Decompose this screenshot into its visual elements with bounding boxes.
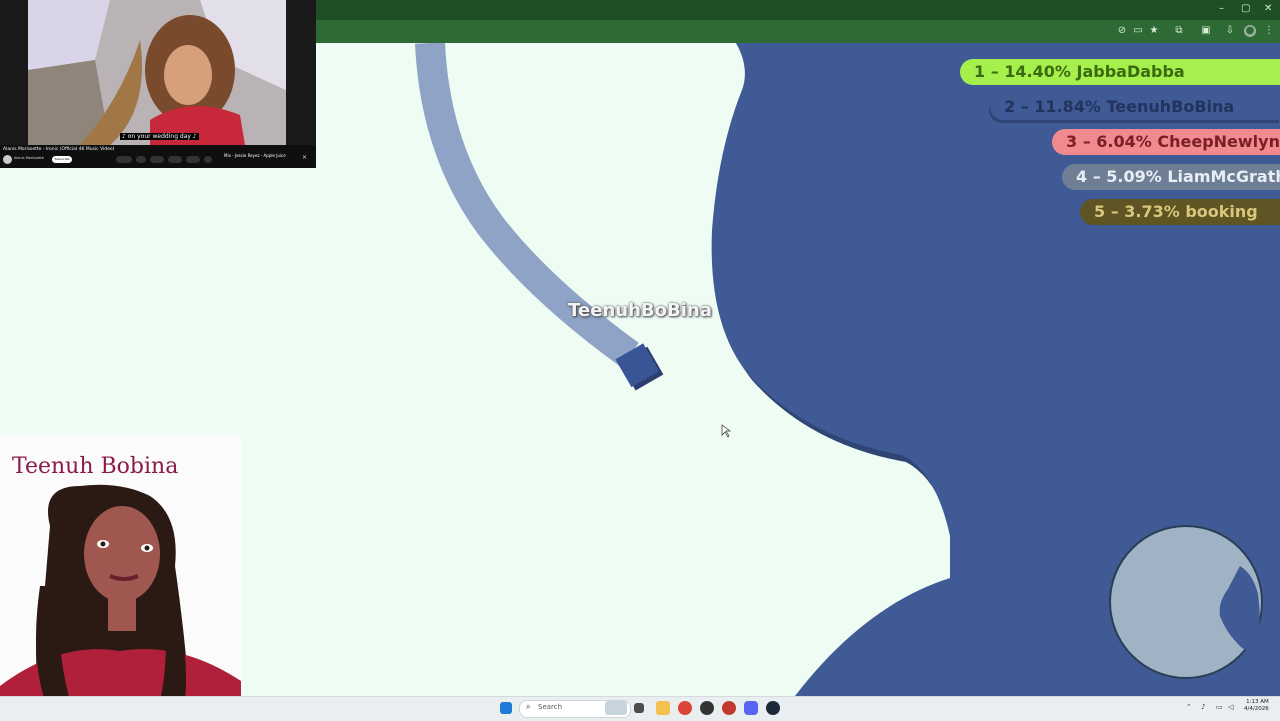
microphone-icon[interactable]: ♪ [1201,703,1205,711]
volume-icon[interactable]: ◁ [1228,703,1233,711]
profile-icon[interactable]: ● [1244,25,1256,37]
leaderboard-row-4: 4 – 5.09% LiamMcGrath [1062,164,1280,190]
discord-icon[interactable] [744,701,758,715]
search-icon: ⌕ [526,702,531,711]
streamer-name: Teenuh Bobina [12,454,179,479]
start-icon[interactable] [500,702,512,714]
dislike-button[interactable] [136,156,146,163]
cast-icon[interactable]: ▭ [1132,25,1144,37]
star-icon[interactable]: ★ [1148,25,1160,37]
like-button[interactable] [116,156,132,163]
minimap [1109,525,1263,679]
leaderboard-row-1: 1 – 14.40% JabbaDabba [960,59,1280,85]
tray-chevron-icon[interactable]: ⌃ [1186,703,1192,711]
app-icon[interactable] [700,701,714,715]
menu-icon[interactable]: ⋮ [1263,25,1275,37]
widget-icon[interactable] [605,701,627,715]
video-actions [116,156,216,163]
file-explorer-icon[interactable] [656,701,670,715]
more-button[interactable] [204,156,212,163]
video-frame[interactable] [0,0,316,145]
video-thumbnail [0,0,316,145]
mute-icon[interactable]: ⊘ [1116,25,1128,37]
taskbar-clock[interactable]: 1:13 AM 4/4/2026 [1244,699,1269,713]
video-title[interactable]: Alanis Morissette - Ironic (Official 4K … [3,147,114,152]
clip-button[interactable] [186,156,200,163]
leaderboard-row-5: 5 – 3.73% booking [1080,199,1280,225]
clock-time: 1:13 AM [1246,699,1269,705]
maximize-icon[interactable]: ▢ [1241,3,1250,15]
close-icon[interactable]: ✕ [1264,3,1272,15]
app2-icon[interactable] [722,701,736,715]
up-next-title[interactable]: Mix - Jessie Reyez - Apple Juice [224,153,286,158]
steam-icon[interactable] [766,701,780,715]
video-overlay[interactable]: ♪ on your wedding day ♪ Alanis Morissett… [0,0,316,168]
task-view-icon[interactable] [634,703,644,713]
leaderboard-row-3: 3 – 6.04% CheepNewlyn [1052,129,1280,155]
media-icon[interactable]: ▣ [1200,25,1212,37]
share-button[interactable] [150,156,164,163]
download-icon[interactable]: ⇩ [1224,25,1236,37]
clock-date: 4/4/2026 [1244,706,1269,712]
search-label: Search [538,703,563,711]
chrome-icon[interactable] [678,701,692,715]
minimize-icon[interactable]: – [1219,3,1224,15]
close-video-icon[interactable]: ✕ [302,154,307,161]
save-button[interactable] [168,156,182,163]
network-icon[interactable]: ▭ [1216,703,1223,711]
video-channel[interactable]: Alanis Morissette [14,156,44,160]
subscribe-button[interactable]: Subscribe [52,156,72,163]
leaderboard-row-2: 2 – 11.84% TeenuhBoBina [990,94,1280,120]
player-name-label: TeenuhBoBina [568,300,712,321]
extensions-icon[interactable]: ⧉ [1173,25,1185,37]
video-subtitle: ♪ on your wedding day ♪ [120,133,199,140]
channel-avatar[interactable] [3,155,12,164]
